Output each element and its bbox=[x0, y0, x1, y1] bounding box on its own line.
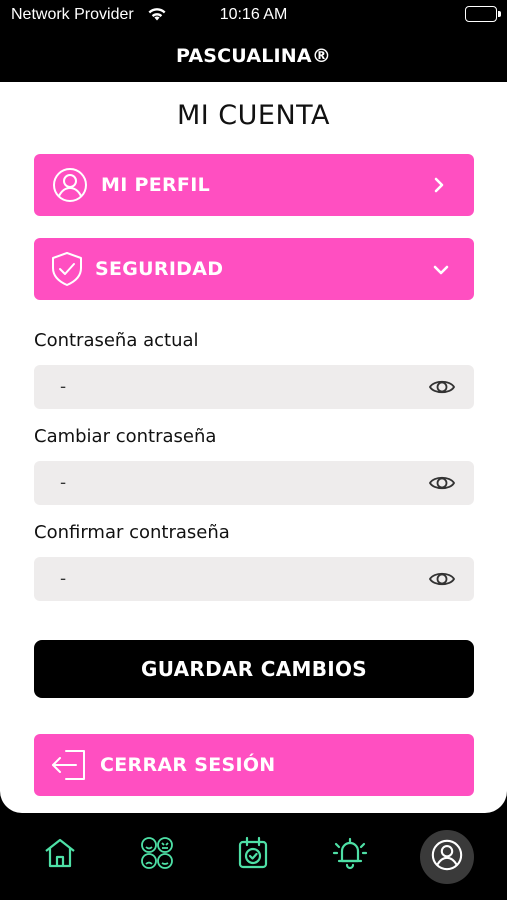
calendar-check-icon bbox=[237, 836, 269, 874]
tab-bar bbox=[0, 813, 507, 900]
chevron-down-icon bbox=[432, 262, 450, 281]
page-title: MI CUENTA bbox=[176, 100, 331, 131]
logout-label: CERRAR SESIÓN bbox=[100, 754, 276, 776]
current-password-field[interactable]: - bbox=[34, 365, 474, 409]
logout-button[interactable]: CERRAR SESIÓN bbox=[34, 734, 474, 796]
tab-calendar[interactable] bbox=[233, 835, 273, 875]
moods-icon bbox=[140, 836, 174, 874]
new-password-label: Cambiar contraseña bbox=[34, 426, 217, 447]
clock: 10:16 AM bbox=[219, 6, 288, 23]
new-password-value: - bbox=[60, 473, 67, 493]
tab-notifications[interactable] bbox=[330, 835, 370, 875]
shield-check-icon bbox=[50, 251, 84, 291]
user-circle-icon bbox=[52, 167, 88, 207]
confirm-password-field[interactable]: - bbox=[34, 557, 474, 601]
bell-alert-icon bbox=[331, 836, 369, 874]
tab-home[interactable] bbox=[40, 835, 80, 875]
status-bar: Network Provider 10:16 AM bbox=[0, 0, 507, 32]
home-icon bbox=[43, 837, 77, 873]
security-section-label: SEGURIDAD bbox=[95, 258, 224, 280]
tab-moods[interactable] bbox=[137, 835, 177, 875]
app-title: PASCUALINA® bbox=[175, 45, 332, 67]
battery-icon bbox=[465, 6, 501, 22]
save-changes-button[interactable]: GUARDAR CAMBIOS bbox=[34, 640, 474, 698]
tab-account[interactable] bbox=[420, 830, 474, 884]
user-circle-icon bbox=[430, 838, 464, 876]
current-password-label: Contraseña actual bbox=[34, 330, 199, 351]
confirm-password-value: - bbox=[60, 569, 67, 589]
new-password-field[interactable]: - bbox=[34, 461, 474, 505]
logout-icon bbox=[50, 748, 88, 786]
chevron-right-icon bbox=[432, 176, 446, 198]
security-section-button[interactable]: SEGURIDAD bbox=[34, 238, 474, 300]
eye-icon[interactable] bbox=[428, 377, 456, 401]
profile-section-label: MI PERFIL bbox=[101, 174, 210, 196]
current-password-value: - bbox=[60, 377, 67, 397]
profile-section-button[interactable]: MI PERFIL bbox=[34, 154, 474, 216]
account-panel: MI CUENTA MI PERFIL SEGURIDAD Contraseña… bbox=[0, 82, 507, 813]
eye-icon[interactable] bbox=[428, 473, 456, 497]
confirm-password-label: Confirmar contraseña bbox=[34, 522, 230, 543]
eye-icon[interactable] bbox=[428, 569, 456, 593]
